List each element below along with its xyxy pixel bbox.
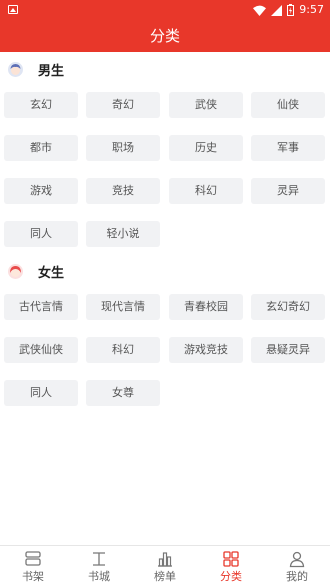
tab-ranking-label: 榜单 [154,570,176,583]
category-female-qingchunxiaoyuan[interactable]: 青春校园 [169,294,243,320]
section-female-header: 女生 [0,256,330,286]
app-root: 9:57 分类 男生 玄幻 奇幻 武侠 仙侠 都市 职场 历史 军事 游戏 竞技… [0,0,330,586]
tab-bookstore-label: 书城 [88,570,110,583]
category-male-tongren[interactable]: 同人 [4,221,78,247]
category-male-lishi[interactable]: 历史 [169,135,243,161]
tab-bookshelf-label: 书架 [22,570,44,583]
category-male-xuanhuan[interactable]: 玄幻 [4,92,78,118]
category-male-dushi[interactable]: 都市 [4,135,78,161]
signal-icon [271,4,283,16]
category-female-kehuan[interactable]: 科幻 [86,337,160,363]
category-female-xiandaiyanqing[interactable]: 现代言情 [86,294,160,320]
profile-icon [289,551,305,568]
bookshelf-icon [25,551,41,566]
tab-profile[interactable]: 我的 [264,546,330,586]
category-male-lingyi[interactable]: 灵异 [251,178,325,204]
bookstore-icon [93,552,105,566]
male-avatar-icon [8,61,23,77]
ranking-icon [158,552,172,567]
category-female-tongren[interactable]: 同人 [4,380,78,406]
category-male-qihuan[interactable]: 奇幻 [86,92,160,118]
category-male-youxi[interactable]: 游戏 [4,178,78,204]
category-icon [223,551,239,567]
category-male-xianxia[interactable]: 仙侠 [251,92,325,118]
category-female-gudaiyanqing[interactable]: 古代言情 [4,294,78,320]
category-male-wuxia[interactable]: 武侠 [169,92,243,118]
category-female-youxijingji[interactable]: 游戏竞技 [169,337,243,363]
category-female-wuxiaxianxia[interactable]: 武侠仙侠 [4,337,78,363]
tab-ranking[interactable]: 榜单 [132,546,198,586]
tab-category[interactable]: 分类 [198,546,264,586]
tab-bookstore[interactable]: 书城 [66,546,132,586]
category-female-xuanyilingyi[interactable]: 悬疑灵异 [251,337,325,363]
tab-bookshelf[interactable]: 书架 [0,546,66,586]
gallery-icon [8,5,18,14]
tab-category-label: 分类 [220,570,242,583]
status-bar: 9:57 [0,0,330,20]
status-icons: 9:57 [253,3,324,17]
section-female-title: 女生 [38,265,65,281]
tab-profile-label: 我的 [286,570,308,583]
category-female-nvzun[interactable]: 女尊 [86,380,160,406]
category-male-jingji[interactable]: 竞技 [86,178,160,204]
category-male-junshi[interactable]: 军事 [251,135,325,161]
category-male-qingxiaoshuo[interactable]: 轻小说 [86,221,160,247]
section-male-title: 男生 [38,63,65,79]
wifi-icon [253,5,267,16]
category-female-xuanhuanqihuan[interactable]: 玄幻奇幻 [251,294,325,320]
category-male-zhichang[interactable]: 职场 [86,135,160,161]
battery-icon [287,4,295,16]
female-avatar-icon [8,263,23,279]
page-title: 分类 [0,20,330,52]
category-male-kehuan[interactable]: 科幻 [169,178,243,204]
bottom-tab-bar: 书架 书城 榜单 分类 我的 [0,545,330,586]
section-male-header: 男生 [0,54,330,84]
status-time: 9:57 [299,3,324,16]
